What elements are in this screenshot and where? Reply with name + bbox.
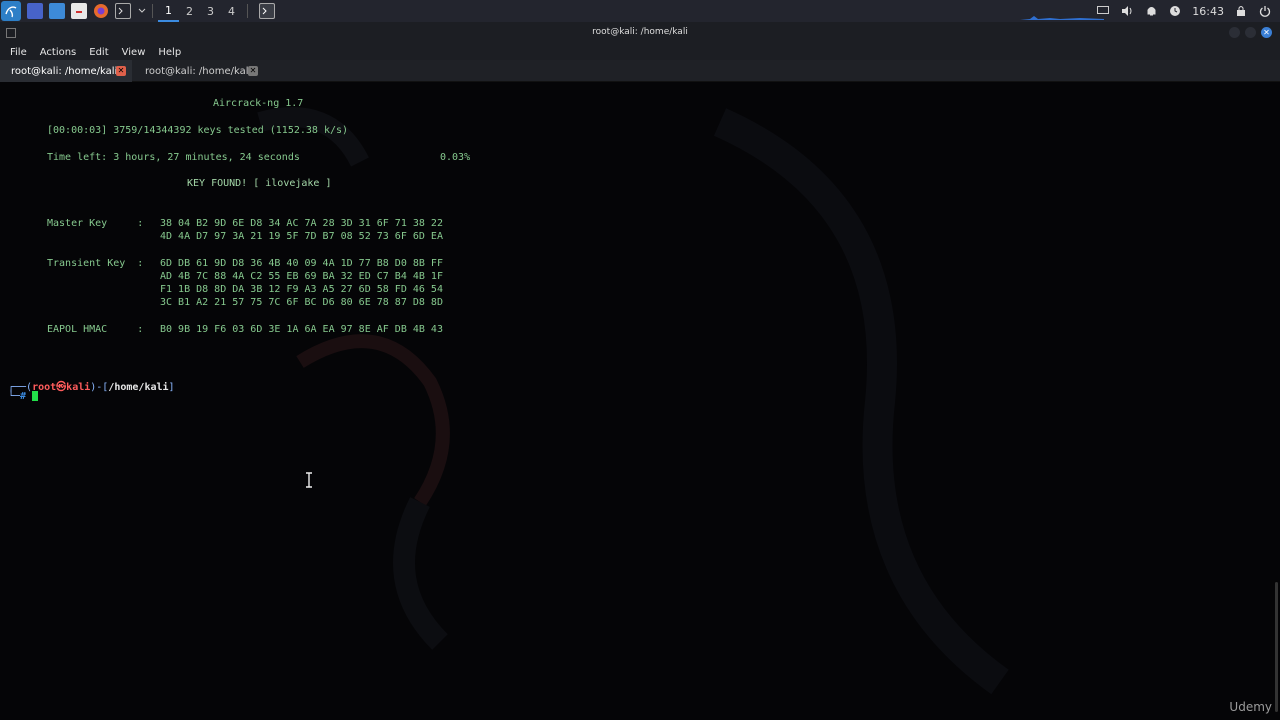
shell-input-line[interactable]: └─#	[8, 391, 39, 402]
kali-menu-icon[interactable]	[1, 1, 21, 21]
time-left-line: Time left: 3 hours, 27 minutes, 24 secon…	[47, 152, 300, 163]
prompt-user: root㉿kali	[32, 382, 91, 393]
tab-label: root@kali: /home/kali	[11, 65, 118, 77]
keys-tested-line: [00:00:03] 3759/14344392 keys tested (11…	[47, 125, 349, 136]
transient-key-row: F1 1B D8 8D DA 3B 12 F9 A3 A5 27 6D 58 F…	[160, 284, 443, 295]
menu-file[interactable]: File	[10, 47, 27, 58]
workspace-4-button[interactable]: 4	[221, 0, 242, 22]
udemy-watermark: Udemy	[1229, 700, 1272, 714]
key-found-line: KEY FOUND! [ ilovejake ]	[187, 178, 332, 189]
panel-separator	[152, 4, 153, 18]
ibeam-cursor-icon	[306, 472, 312, 488]
menubar: File Actions Edit View Help	[0, 44, 1280, 60]
transient-key-label: Transient Key :	[47, 258, 144, 269]
prompt-frame: └─	[8, 391, 21, 402]
prompt-frame: ]	[168, 382, 175, 393]
close-tab-icon[interactable]: ✕	[248, 66, 258, 76]
close-button[interactable]: ✕	[1261, 27, 1272, 38]
workspace-3-button[interactable]: 3	[200, 0, 221, 22]
close-tab-icon[interactable]: ✕	[116, 66, 126, 76]
menu-edit[interactable]: Edit	[89, 47, 108, 58]
minimize-button[interactable]	[1229, 27, 1240, 38]
text-cursor	[32, 391, 39, 401]
prompt-frame: )-[	[90, 382, 109, 393]
top-panel: 1 2 3 4 16:43	[0, 0, 1280, 22]
clock-icon	[1168, 4, 1182, 18]
power-icon[interactable]	[1258, 4, 1272, 18]
master-key-row: 38 04 B2 9D 6E D8 34 AC 7A 28 3D 31 6F 7…	[160, 218, 443, 229]
tab-terminal-2[interactable]: root@kali: /home/kali ✕	[134, 60, 264, 82]
prompt-hash: #	[20, 391, 27, 402]
tab-terminal-1[interactable]: root@kali: /home/kali ✕	[0, 60, 132, 82]
tab-label: root@kali: /home/kali	[145, 65, 252, 77]
eapol-hmac-label: EAPOL HMAC :	[47, 324, 144, 335]
volume-icon[interactable]	[1120, 4, 1134, 18]
firefox-icon[interactable]	[93, 3, 109, 19]
workspace-2-button[interactable]: 2	[179, 0, 200, 22]
lock-icon[interactable]	[1234, 4, 1248, 18]
master-key-row: 4D 4A D7 97 3A 21 19 5F 7D B7 08 52 73 6…	[160, 231, 443, 242]
panel-separator	[247, 4, 248, 18]
menu-actions[interactable]: Actions	[40, 47, 77, 58]
terminal-scrollbar[interactable]	[1275, 582, 1278, 712]
terminal-output[interactable]: Aircrack-ng 1.7 [00:00:03] 3759/14344392…	[0, 82, 1280, 720]
desktop-icon[interactable]	[27, 3, 43, 19]
menu-help[interactable]: Help	[158, 47, 181, 58]
terminal-launcher-icon[interactable]	[115, 3, 131, 19]
transient-key-row: 6D DB 61 9D D8 36 4B 40 09 4A 1D 77 B8 D…	[160, 258, 443, 269]
notification-bell-icon[interactable]	[1144, 4, 1158, 18]
maximize-button[interactable]	[1245, 27, 1256, 38]
eapol-hmac-value: B0 9B 19 F6 03 6D 3E 1A 6A EA 97 8E AF D…	[160, 324, 443, 335]
master-key-label: Master Key :	[47, 218, 144, 229]
tab-bar: root@kali: /home/kali ✕ root@kali: /home…	[0, 60, 1280, 82]
progress-percent: 0.03%	[440, 152, 471, 163]
aircrack-title: Aircrack-ng 1.7	[213, 98, 304, 109]
window-titlebar[interactable]: root@kali: /home/kali ✕	[0, 22, 1280, 44]
clock-time[interactable]: 16:43	[1192, 5, 1224, 18]
transient-key-row: 3C B1 A2 21 57 75 7C 6F BC D6 80 6E 78 8…	[160, 297, 443, 308]
taskbar-terminal-window[interactable]	[259, 3, 275, 19]
display-icon[interactable]	[1096, 4, 1110, 18]
window-title: root@kali: /home/kali	[592, 27, 688, 37]
chevron-down-icon[interactable]	[137, 3, 147, 19]
text-editor-icon[interactable]	[71, 3, 87, 19]
transient-key-row: AD 4B 7C 88 4A C2 55 EB 69 BA 32 ED C7 B…	[160, 271, 443, 282]
prompt-path: /home/kali	[108, 382, 169, 393]
menu-view[interactable]: View	[122, 47, 146, 58]
cpu-graph-icon	[1020, 16, 1104, 20]
workspace-1-button[interactable]: 1	[158, 0, 179, 22]
file-manager-icon[interactable]	[49, 3, 65, 19]
system-tray: 16:43	[1096, 0, 1280, 22]
